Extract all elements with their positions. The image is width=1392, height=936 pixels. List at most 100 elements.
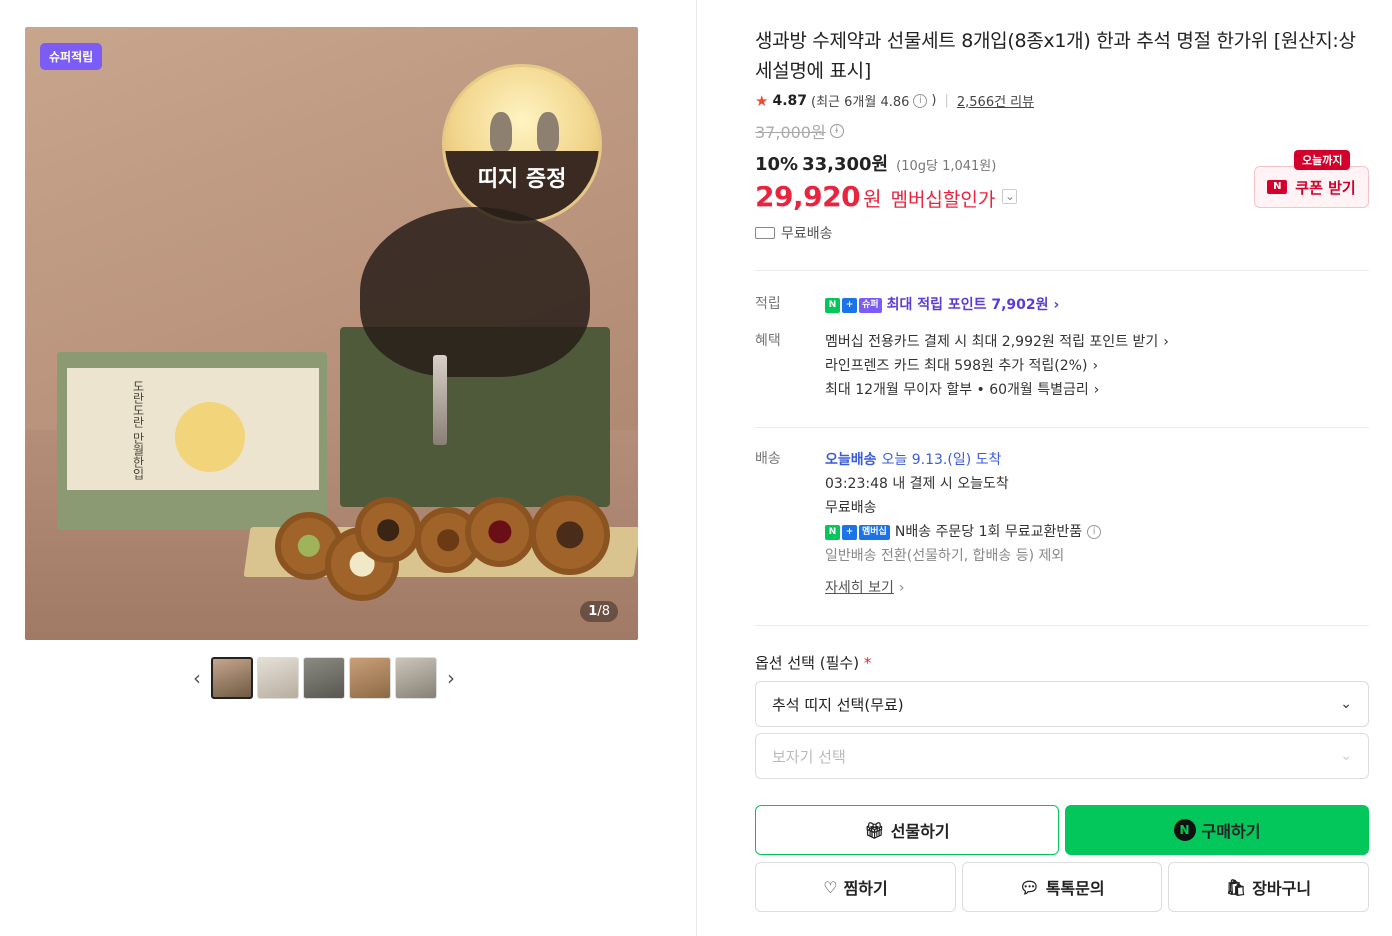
- wish-label: 찜하기: [843, 879, 888, 898]
- chevron-right-icon[interactable]: ›: [441, 656, 461, 700]
- membership-badge: 멤버십: [859, 524, 890, 540]
- naver-n-badge: N: [825, 297, 840, 313]
- separator: |: [944, 93, 949, 108]
- chevron-right-icon: ›: [1053, 297, 1060, 313]
- coupon-label: 쿠폰 받기: [1295, 178, 1356, 197]
- chat-bubble-icon: 💬︎: [1019, 877, 1040, 897]
- yakgwa-cookie: [465, 497, 535, 567]
- buy-label: 구매하기: [1201, 822, 1261, 841]
- buy-button[interactable]: N 구매하기: [1065, 805, 1369, 855]
- cart-label: 장바구니: [1252, 879, 1312, 898]
- rating-row: ★ 4.87 (최근 6개월 4.86 i ) | 2,566건 리뷰: [755, 91, 1369, 111]
- info-icon[interactable]: i: [913, 93, 928, 108]
- divider: [755, 427, 1369, 428]
- star-icon: ★: [755, 91, 769, 110]
- thumbnail[interactable]: [211, 657, 253, 699]
- exchange-line: N + 멤버십 N배송 주문당 1회 무료교환반품 i: [825, 520, 1369, 544]
- original-price: 37,000원: [755, 123, 826, 142]
- thumbnail[interactable]: [349, 657, 391, 699]
- gift-box: 도란도란 만월한입: [57, 352, 327, 530]
- rabbit-illustration: [490, 112, 512, 152]
- delivery-free: 무료배송: [825, 500, 877, 516]
- details-link-row[interactable]: 자세히 보기 ›: [825, 576, 1369, 600]
- chevron-left-icon[interactable]: ‹: [187, 656, 207, 700]
- unit-price: (10g당 1,041원): [896, 159, 997, 174]
- gift-button[interactable]: 🎁︎ 선물하기: [755, 805, 1059, 855]
- product-title: 생과방 수제약과 선물세트 8개입(8종x1개) 한과 추석 명절 한가위 [원…: [755, 30, 1356, 82]
- gift-icon: 🎁︎: [864, 820, 885, 840]
- points-line[interactable]: N + 슈퍼 최대 적립 포인트 7,902원 ›: [825, 293, 1369, 317]
- column-divider: [696, 0, 697, 936]
- chevron-down-icon: ⌄: [1340, 696, 1352, 712]
- benefit-item[interactable]: 멤버십 전용카드 결제 시 최대 2,992원 적립 포인트 받기 ›: [825, 330, 1369, 354]
- coupon-button[interactable]: N 쿠폰 받기: [1254, 166, 1369, 208]
- original-price-row: 37,000원 i: [755, 119, 1369, 143]
- rating-recent-close: ): [931, 93, 937, 108]
- product-info: 생과방 수제약과 선물세트 8개입(8종x1개) 한과 추석 명절 한가위 [원…: [755, 26, 1369, 243]
- plus-badge: +: [842, 297, 857, 313]
- option-select-placeholder: 보자기 선택: [772, 747, 846, 766]
- thumbnail[interactable]: [257, 657, 299, 699]
- heart-icon: ♡: [823, 877, 838, 897]
- option-select-wrap[interactable]: 보자기 선택 ⌄: [755, 733, 1369, 779]
- benefits-label: 혜택: [755, 333, 781, 349]
- wrapped-gift-bundle: [335, 207, 610, 507]
- countdown-line: 03:23:48 내 결제 시 오늘도착: [825, 476, 1009, 492]
- member-price-won: 원: [863, 187, 882, 211]
- benefit-item[interactable]: 최대 12개월 무이자 할부 • 60개월 특별금리 ›: [825, 378, 1369, 402]
- arrival-date: 오늘 9.13.(일) 도착: [881, 452, 1002, 468]
- yakgwa-cookie: [355, 497, 421, 563]
- divider: [755, 625, 1369, 626]
- talk-label: 톡톡문의: [1045, 879, 1105, 898]
- chevron-right-icon: ›: [898, 580, 905, 596]
- gift-box-moon: [175, 402, 245, 472]
- chevron-right-icon: ›: [1092, 358, 1099, 374]
- naver-pay-icon: N: [1173, 819, 1196, 841]
- option-select-value: 추석 띠지 선택(무료): [772, 695, 904, 714]
- cart-button[interactable]: 🛍︎ 장바구니: [1168, 862, 1369, 912]
- benefit-item[interactable]: 라인프렌즈 카드 최대 598원 추가 적립(2%) ›: [825, 354, 1369, 378]
- chevron-down-icon: ⌄: [1340, 748, 1352, 764]
- truck-icon: [755, 227, 775, 239]
- exchange-text: N배송 주문당 1회 무료교환반품: [894, 524, 1083, 540]
- image-counter: 1/8: [580, 601, 618, 622]
- medallion-text: 띠지 증정: [477, 167, 567, 192]
- naver-n-badge: N: [825, 524, 840, 540]
- tassel: [433, 355, 447, 445]
- details-link[interactable]: 자세히 보기: [825, 576, 894, 600]
- option-title: 옵션 선택 (필수) *: [755, 654, 872, 672]
- super-points-badge: 슈퍼적립: [40, 43, 103, 70]
- thumbnail[interactable]: [395, 657, 437, 699]
- thumbnail[interactable]: [303, 657, 345, 699]
- gift-box-text: 도란도란 만월한입: [131, 380, 145, 480]
- max-points-text: 최대 적립 포인트 7,902원: [886, 297, 1049, 313]
- review-count-link[interactable]: 2,566건 리뷰: [957, 91, 1034, 110]
- product-main-image[interactable]: 슈퍼적립 띠지 증정 도란도란 만월한입 1/8: [25, 27, 638, 640]
- gift-label: 선물하기: [890, 822, 950, 841]
- super-badge: 슈퍼: [859, 297, 882, 313]
- option-select-band[interactable]: 추석 띠지 선택(무료) ⌄: [755, 681, 1369, 727]
- wishlist-button[interactable]: ♡ 찜하기: [755, 862, 956, 912]
- info-icon[interactable]: i: [1087, 525, 1102, 539]
- talk-inquiry-button[interactable]: 💬︎ 톡톡문의: [962, 862, 1162, 912]
- today-delivery-line: 오늘배송 오늘 9.13.(일) 도착: [825, 448, 1369, 472]
- member-price-label: 멤버십할인가: [890, 189, 996, 211]
- today-delivery-badge: 오늘배송: [825, 452, 877, 468]
- rating-score: 4.87: [772, 92, 807, 109]
- points-label: 적립: [755, 296, 781, 312]
- delivery-label: 배송: [755, 451, 781, 467]
- chevron-down-icon[interactable]: ⌄: [1002, 189, 1018, 204]
- thumbnail-strip: ‹ ›: [187, 656, 461, 700]
- coupon-deadline-tag: 오늘까지: [1294, 150, 1351, 170]
- divider: [755, 270, 1369, 271]
- plus-badge: +: [842, 524, 857, 540]
- gift-band-medallion: 띠지 증정: [442, 64, 602, 224]
- rating-recent: (최근 6개월 4.86: [811, 95, 910, 110]
- shopping-bag-icon: 🛍︎: [1225, 877, 1247, 897]
- chevron-right-icon: ›: [1093, 382, 1100, 398]
- yakgwa-cookie: [530, 495, 610, 575]
- discount-percent: 10%: [755, 154, 799, 175]
- info-icon[interactable]: i: [829, 124, 844, 138]
- member-price: 29,920: [755, 180, 861, 213]
- chevron-right-icon: ›: [1163, 334, 1169, 350]
